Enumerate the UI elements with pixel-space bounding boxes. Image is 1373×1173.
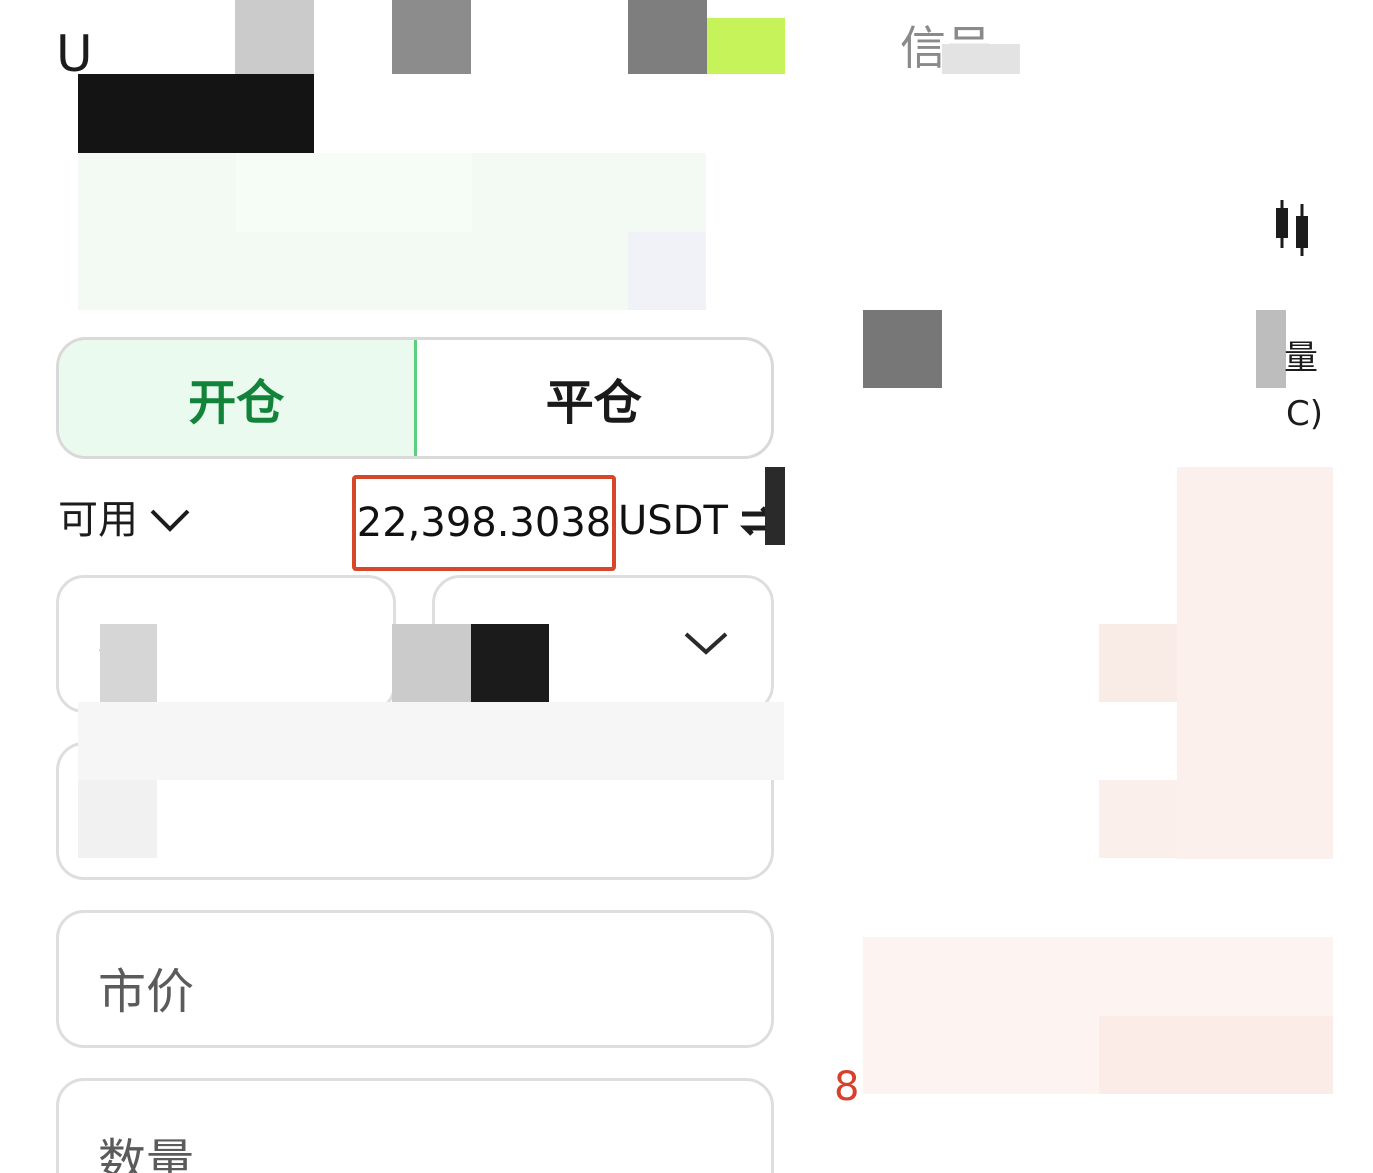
mosaic-block: [707, 18, 785, 74]
orderbook-last-price: 8: [834, 1064, 860, 1110]
mosaic-block: [235, 0, 314, 74]
available-balance-amount: 22,398.3038: [352, 475, 616, 571]
mosaic-block: [628, 232, 706, 310]
mosaic-block: [236, 153, 472, 232]
mosaic-block: [78, 74, 314, 153]
balance-currency-group: USDT: [618, 494, 776, 548]
mosaic-block: [765, 467, 785, 545]
chevron-down-icon: [684, 632, 728, 655]
mosaic-block: [100, 624, 157, 702]
orderbook-qty-unit: C): [1286, 394, 1324, 434]
mosaic-block: [628, 0, 707, 74]
order-type-value: 市价: [98, 964, 195, 1020]
orderbook-sell-tint: [1177, 467, 1333, 859]
orderbook-sell-tint: [1099, 624, 1177, 702]
open-position-button[interactable]: 开仓: [59, 340, 417, 456]
candlestick-chart-icon[interactable]: [1270, 198, 1316, 258]
mosaic-block: [863, 310, 942, 388]
mosaic-block: [78, 780, 157, 858]
trading-screen: U 信号 开仓 平仓 可用 22,398.3038 USDT: [0, 0, 1373, 1173]
available-label: 可用: [58, 497, 138, 543]
chevron-down-icon: [150, 509, 190, 532]
position-toggle: 开仓 平仓: [56, 337, 774, 459]
quantity-label: 数量: [98, 1134, 195, 1173]
orderbook-sell-tint: [1099, 1016, 1333, 1094]
mosaic-block: [1256, 310, 1286, 388]
mosaic-block: [392, 0, 471, 74]
orderbook-qty-header: 量: [1284, 338, 1318, 378]
available-dropdown[interactable]: 可用: [58, 492, 192, 548]
mosaic-block: [942, 44, 1020, 74]
orderbook-sell-tint: [1099, 780, 1177, 858]
mosaic-block: [392, 624, 471, 702]
balance-currency: USDT: [618, 498, 728, 544]
mosaic-block: [78, 702, 784, 780]
mosaic-block: [471, 624, 549, 702]
close-position-button[interactable]: 平仓: [417, 340, 772, 456]
